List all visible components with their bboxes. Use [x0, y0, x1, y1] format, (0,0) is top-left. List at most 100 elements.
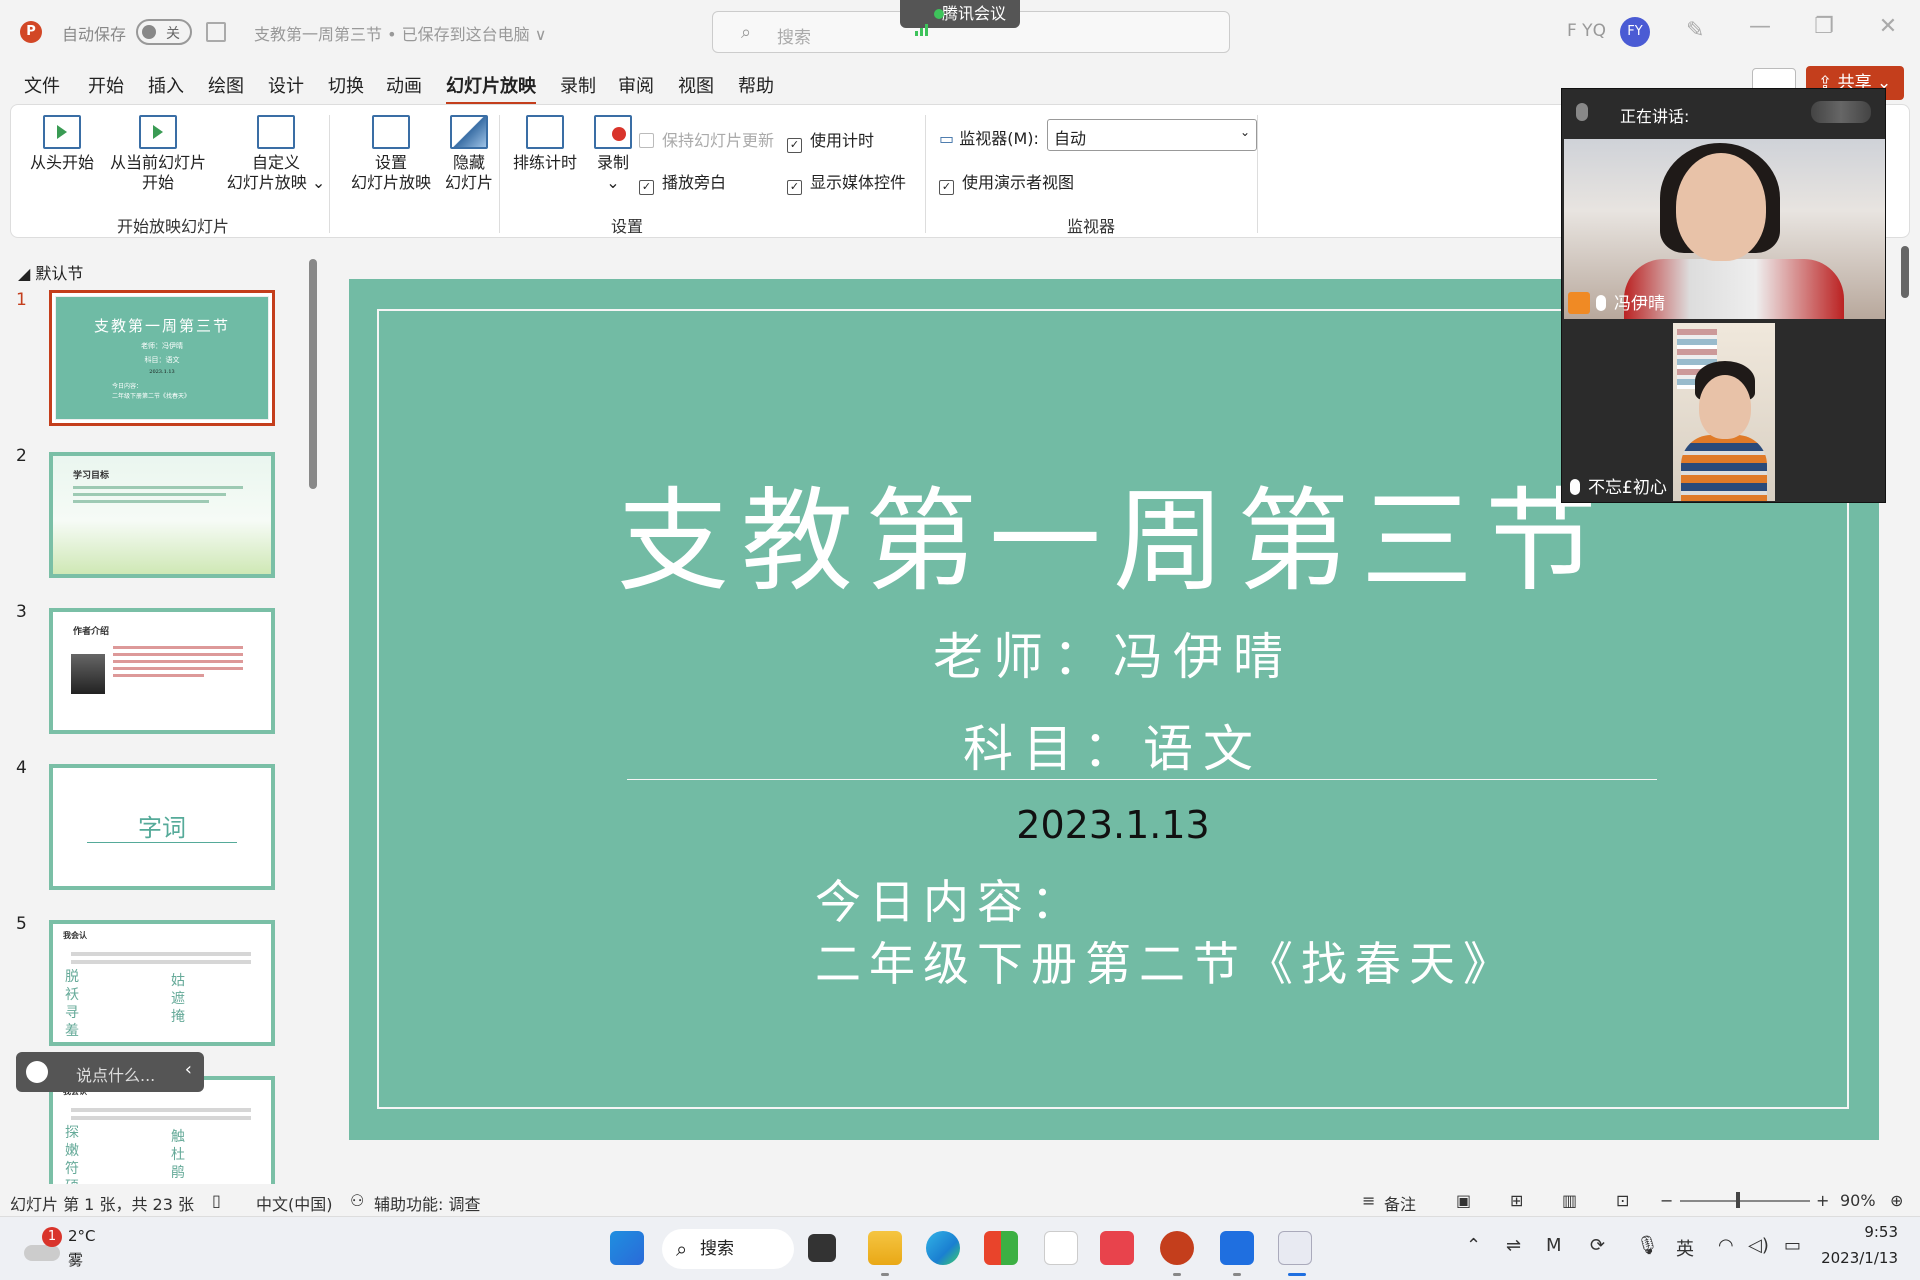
- menu-record[interactable]: 录制: [560, 72, 596, 98]
- spellcheck-icon[interactable]: ▯: [212, 1191, 221, 1210]
- slide-teacher[interactable]: 老师：冯伊晴: [379, 617, 1847, 689]
- menu-review[interactable]: 审阅: [618, 72, 654, 98]
- record-button[interactable]: 录制 ⌄: [581, 115, 645, 193]
- setup-slideshow-button[interactable]: 设置 幻灯片放映: [343, 115, 439, 193]
- minimize-button[interactable]: —: [1740, 14, 1780, 39]
- tray-sync-icon[interactable]: ⟳: [1590, 1235, 1605, 1256]
- weather-widget[interactable]: 1: [24, 1225, 64, 1265]
- fit-to-window-icon[interactable]: ⊕: [1890, 1191, 1903, 1210]
- snipping-tool-icon[interactable]: [1278, 1231, 1312, 1265]
- menu-slideshow[interactable]: 幻灯片放映: [446, 72, 536, 105]
- checkbox-box: [639, 133, 654, 148]
- menu-design[interactable]: 设计: [268, 72, 304, 98]
- play-narrations-checkbox[interactable]: ✓ 播放旁白: [639, 169, 726, 195]
- notes-button[interactable]: 备注: [1384, 1191, 1416, 1215]
- slide-subject[interactable]: 科目：语文: [379, 709, 1847, 781]
- slide-thumbnail-6[interactable]: 我会认 探 嫩 符 硕 触 杜 鹃: [49, 1076, 275, 1184]
- pen-icon[interactable]: ✎: [1686, 18, 1704, 43]
- file-explorer-icon[interactable]: [868, 1231, 902, 1265]
- autosave-toggle[interactable]: 关: [136, 19, 192, 45]
- language-status[interactable]: 中文(中国): [256, 1191, 333, 1215]
- zoom-out-button[interactable]: −: [1660, 1191, 1673, 1210]
- menu-insert[interactable]: 插入: [148, 72, 184, 98]
- chevron-up-icon[interactable]: ⌃: [1466, 1235, 1481, 1256]
- custom-slideshow-button[interactable]: 自定义 幻灯片放映 ⌄: [221, 115, 331, 193]
- zoom-in-button[interactable]: +: [1816, 1191, 1829, 1210]
- edge-browser-icon[interactable]: [926, 1231, 960, 1265]
- close-button[interactable]: ✕: [1868, 14, 1908, 39]
- volume-icon[interactable]: ◁): [1748, 1235, 1769, 1256]
- battery-icon[interactable]: ▭: [1784, 1235, 1801, 1256]
- custom-slideshow-icon: [257, 115, 295, 149]
- taskbar-search[interactable]: 搜索: [662, 1229, 794, 1269]
- zoom-level[interactable]: 90%: [1840, 1191, 1876, 1210]
- scrollbar-thumb[interactable]: [1901, 246, 1909, 298]
- ime-indicator[interactable]: 英: [1676, 1235, 1694, 1261]
- menu-home[interactable]: 开始: [88, 72, 124, 98]
- mail-app-icon[interactable]: [1044, 1231, 1078, 1265]
- emoji-icon[interactable]: [26, 1061, 48, 1083]
- show-media-controls-checkbox[interactable]: ✓ 显示媒体控件: [787, 169, 906, 195]
- slide-thumbnail-4[interactable]: 字词: [49, 764, 275, 890]
- zoom-slider-handle[interactable]: [1736, 1192, 1740, 1208]
- menu-draw[interactable]: 绘图: [208, 72, 244, 98]
- monitor-label: ▭ 监视器(M):: [939, 125, 1039, 149]
- reading-view-icon[interactable]: ▥: [1562, 1191, 1577, 1210]
- wifi-icon[interactable]: ◠: [1718, 1235, 1734, 1256]
- slide-counter[interactable]: 幻灯片 第 1 张，共 23 张: [10, 1191, 194, 1215]
- restore-button[interactable]: ❐: [1804, 14, 1844, 39]
- document-title[interactable]: 支教第一周第三节 • 已保存到这台电脑 ∨: [254, 21, 546, 45]
- from-start-button[interactable]: 从头开始: [29, 115, 95, 173]
- menu-file[interactable]: 文件: [24, 72, 60, 98]
- section-header[interactable]: ◢ 默认节: [18, 260, 83, 284]
- slide-thumbnail-1[interactable]: 支教第一周第三节 老师：冯伊晴 科目：语文 2023.1.13 今日内容： 二年…: [49, 290, 275, 426]
- slideshow-view-icon[interactable]: ⊡: [1616, 1191, 1629, 1210]
- hide-slide-button[interactable]: 隐藏 幻灯片: [431, 115, 507, 193]
- participant-video-2[interactable]: [1673, 323, 1775, 501]
- menu-view[interactable]: 视图: [678, 72, 714, 98]
- slide-date[interactable]: 2023.1.13: [379, 803, 1847, 847]
- slide-thumbnail-3[interactable]: 作者介绍: [49, 608, 275, 734]
- notes-icon[interactable]: ≡: [1362, 1191, 1375, 1210]
- clock-time[interactable]: 9:53: [1826, 1223, 1898, 1241]
- tray-microphone-icon[interactable]: 🎙: [1636, 1235, 1659, 1256]
- menu-animations[interactable]: 动画: [386, 72, 422, 98]
- tencent-meeting-taskbar-icon[interactable]: [1220, 1231, 1254, 1265]
- avatar[interactable]: FY: [1620, 17, 1650, 47]
- accessibility-icon[interactable]: ⚇: [350, 1191, 364, 1210]
- meeting-video-panel[interactable]: 正在讲话: 冯伊晴 不忘£初心: [1561, 88, 1886, 503]
- scrollbar-thumb[interactable]: [309, 259, 317, 489]
- slide-content[interactable]: 今日内容： 二年级下册第二节《找春天》: [815, 871, 1517, 995]
- rehearse-timings-button[interactable]: 排练计时: [505, 115, 585, 173]
- menu-transitions[interactable]: 切换: [328, 72, 364, 98]
- meeting-app-name: 腾讯会议: [941, 4, 1006, 23]
- tencent-meeting-badge[interactable]: 腾讯会议: [900, 0, 1020, 36]
- zoom-slider[interactable]: [1680, 1200, 1810, 1202]
- huawei-app-icon[interactable]: [1100, 1231, 1134, 1265]
- thumbnail-content: 学习目标: [53, 456, 271, 574]
- menu-help[interactable]: 帮助: [738, 72, 774, 98]
- from-current-button[interactable]: 从当前幻灯片 开始: [103, 115, 213, 193]
- windows-start-icon[interactable]: [610, 1231, 644, 1265]
- thumbnail-scrollbar[interactable]: [307, 245, 319, 1180]
- powerpoint-taskbar-icon[interactable]: [1160, 1231, 1194, 1265]
- slide-thumbnail-5[interactable]: 我会认 脱 袄 寻 羞 姑 遮 掩: [49, 920, 275, 1046]
- use-timings-checkbox[interactable]: ✓ 使用计时: [787, 127, 874, 153]
- save-icon[interactable]: [206, 22, 226, 42]
- meeting-chat-input[interactable]: 说点什么... ‹: [16, 1052, 204, 1092]
- participant-video-1[interactable]: 冯伊晴: [1564, 139, 1885, 319]
- monitor-select[interactable]: 自动 ⌄: [1047, 119, 1257, 151]
- normal-view-icon[interactable]: ▣: [1456, 1191, 1471, 1210]
- accessibility-status[interactable]: 辅助功能: 调查: [374, 1191, 480, 1215]
- chevron-left-icon[interactable]: ‹: [185, 1059, 192, 1080]
- slide-sorter-icon[interactable]: ⊞: [1510, 1191, 1523, 1210]
- clock-date[interactable]: 2023/1/13: [1820, 1249, 1898, 1267]
- slide-thumbnail-2[interactable]: 学习目标: [49, 452, 275, 578]
- slide-scrollbar[interactable]: [1898, 240, 1912, 1160]
- tray-mail-icon[interactable]: M: [1546, 1235, 1562, 1256]
- presenter-view-checkbox[interactable]: ✓ 使用演示者视图: [939, 169, 1074, 195]
- microsoft-store-icon[interactable]: [984, 1231, 1018, 1265]
- keep-updated-checkbox[interactable]: 保持幻灯片更新: [639, 127, 774, 151]
- tray-settings-icon[interactable]: ⇌: [1506, 1235, 1521, 1256]
- task-view-icon[interactable]: [808, 1234, 836, 1262]
